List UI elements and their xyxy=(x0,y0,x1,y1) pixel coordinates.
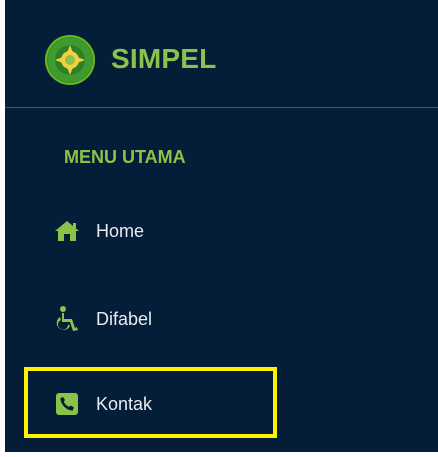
menu-section-title: MENU UTAMA xyxy=(64,147,186,167)
wheelchair-icon xyxy=(53,305,81,333)
menu-item-home[interactable]: Home xyxy=(5,211,305,251)
menu-item-kontak[interactable]: Kontak xyxy=(5,384,305,424)
screenshot-frame: SIMPEL MENU UTAMA Home Difabel Kontak xyxy=(0,0,438,457)
phone-square-icon xyxy=(53,390,81,418)
menu-item-label-kontak: Kontak xyxy=(96,394,153,414)
court-emblem-icon xyxy=(45,35,95,85)
home-icon xyxy=(53,217,81,245)
menu-item-label-home: Home xyxy=(96,221,145,241)
brand-header[interactable]: SIMPEL xyxy=(5,0,438,108)
menu-item-difabel[interactable]: Difabel xyxy=(5,299,305,339)
menu-item-label-difabel: Difabel xyxy=(96,309,153,329)
app-name: SIMPEL xyxy=(111,43,217,74)
logo-graphic xyxy=(48,38,92,82)
sidebar: SIMPEL MENU UTAMA Home Difabel Kontak xyxy=(5,0,438,452)
